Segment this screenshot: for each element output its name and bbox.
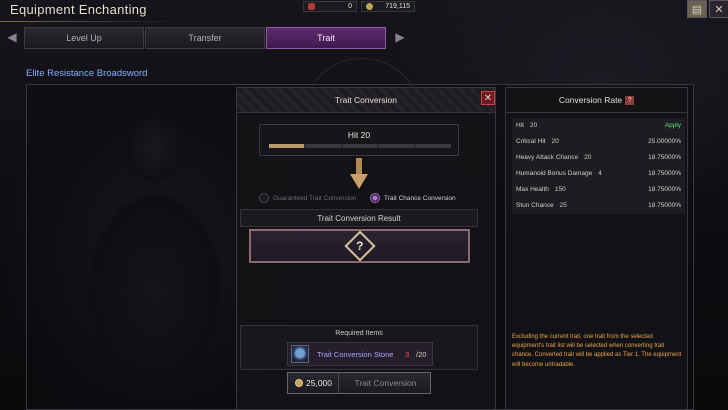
rate-row: Humanoid Bonus Damage 4 18.75000% <box>512 166 685 182</box>
chevron-right-icon: ▶ <box>395 30 405 44</box>
question-diamond-icon: ? <box>343 230 376 262</box>
chevron-left-icon: ◀ <box>7 30 17 44</box>
trait-level: 20 <box>551 138 559 146</box>
required-items-title: Required Items <box>335 330 383 337</box>
result-title: Trait Conversion Result <box>240 209 478 227</box>
radio-icon <box>259 193 269 203</box>
bar-segment <box>416 144 451 148</box>
book-icon: ▤ <box>691 3 703 16</box>
currency-red-gem: 0 <box>303 1 357 12</box>
trait-level: 20 <box>584 154 592 162</box>
item-name: Elite Resistance Broadsword <box>26 68 148 79</box>
window-close-button[interactable]: ✕ <box>709 0 728 18</box>
radio-selected-icon <box>370 193 380 203</box>
window-title: Equipment Enchanting <box>10 2 147 17</box>
trait-name: Stun Chance <box>516 202 554 210</box>
required-item-need: /20 <box>416 350 427 359</box>
rate-label: Hit 20 <box>516 122 537 129</box>
trait-level: 150 <box>554 186 566 194</box>
required-item-row[interactable]: Trait Conversion Stone 3 /20 <box>287 342 433 366</box>
rate-label: Stun Chance 25 <box>516 202 567 209</box>
rate-value: 18.75000% <box>648 170 681 178</box>
panel-close-button[interactable]: ✕ <box>481 91 495 105</box>
bar-segment <box>305 144 341 148</box>
option-guaranteed[interactable]: Guaranteed Trait Conversion <box>259 193 356 203</box>
gold-coin-icon <box>366 3 373 10</box>
rate-value: 25.00000% <box>648 138 681 146</box>
action-label: Trait Conversion <box>354 378 417 388</box>
tab-bar: ◀ Level Up Transfer Trait ▶ <box>0 25 412 49</box>
tab-level-up[interactable]: Level Up <box>24 27 144 49</box>
trait-level: 4 <box>598 170 602 178</box>
option-label: Trait Chance Conversion <box>384 194 456 202</box>
required-item-name: Trait Conversion Stone <box>317 350 394 359</box>
required-item-have: 3 <box>405 350 410 359</box>
currency-gold: 719,115 <box>361 1 415 12</box>
trait-name: Heavy Attack Chance <box>516 154 579 162</box>
apply-status: Apply <box>664 122 681 130</box>
rate-value: 18.75000% <box>648 154 681 162</box>
rate-row: Stun Chance 25 18.75000% <box>512 198 685 214</box>
rate-label: Humanoid Bonus Damage 4 <box>516 170 602 177</box>
tab-transfer[interactable]: Transfer <box>145 27 265 49</box>
rate-label: Max Health 150 <box>516 186 566 193</box>
arrow-down-icon <box>350 158 368 189</box>
trait-name: Humanoid Bonus Damage <box>516 170 593 178</box>
rate-value: 18.75000% <box>648 186 681 194</box>
rate-title: Conversion Rate <box>558 95 623 105</box>
rate-row: Hit 20 Apply <box>512 118 685 134</box>
cost-display: 25,000 <box>288 373 339 393</box>
rate-row: Critical Hit 20 25.00000% <box>512 134 685 150</box>
trait-level-bar <box>269 144 451 148</box>
result-placeholder: ? <box>355 239 364 253</box>
conversion-stone-icon <box>291 345 309 363</box>
currency-value: 719,115 <box>385 3 410 10</box>
book-button[interactable]: ▤ <box>687 0 707 18</box>
gold-coin-icon <box>295 379 303 387</box>
rate-title-bar: Conversion Rate ? <box>506 88 687 113</box>
option-chance[interactable]: Trait Chance Conversion <box>370 193 456 203</box>
tab-prev-button[interactable]: ◀ <box>0 27 24 47</box>
red-gem-icon <box>308 3 315 10</box>
rate-row: Max Health 150 18.75000% <box>512 182 685 198</box>
trait-name: Hit <box>516 122 524 130</box>
tab-trait[interactable]: Trait <box>266 27 386 49</box>
bar-segment <box>342 144 378 148</box>
title-underline <box>0 21 180 22</box>
close-icon: ✕ <box>483 92 493 104</box>
trait-name: Critical Hit <box>516 138 546 146</box>
required-items-box: Required Items Trait Conversion Stone 3 … <box>240 325 478 370</box>
result-slot: ? <box>249 229 470 263</box>
conversion-note: Excluding the current trait, one trait f… <box>512 334 682 368</box>
tab-next-button[interactable]: ▶ <box>388 27 412 47</box>
cost-value: 25,000 <box>306 378 332 388</box>
help-icon[interactable]: ? <box>625 95 635 105</box>
panel-title: Trait Conversion <box>237 88 495 113</box>
bar-segment <box>269 144 304 148</box>
trait-name: Max Health <box>516 186 549 194</box>
rate-row: Heavy Attack Chance 20 18.75000% <box>512 150 685 166</box>
currency-value: 0 <box>348 3 352 10</box>
current-trait-box: Hit 20 <box>259 124 459 156</box>
trait-level: 25 <box>559 202 567 210</box>
bar-segment <box>379 144 415 148</box>
trait-conversion-button[interactable]: 25,000 Trait Conversion <box>287 372 431 394</box>
current-trait-label: Hit 20 <box>347 130 371 140</box>
rate-list: Hit 20 Apply Critical Hit 20 25.00000% Hea… <box>512 118 685 214</box>
rate-label: Critical Hit 20 <box>516 138 559 145</box>
option-label: Guaranteed Trait Conversion <box>273 194 357 202</box>
rate-label: Heavy Attack Chance 20 <box>516 154 591 161</box>
rate-value: 18.75000% <box>648 202 681 210</box>
trait-level: 20 <box>529 122 538 130</box>
close-icon: ✕ <box>714 3 724 16</box>
